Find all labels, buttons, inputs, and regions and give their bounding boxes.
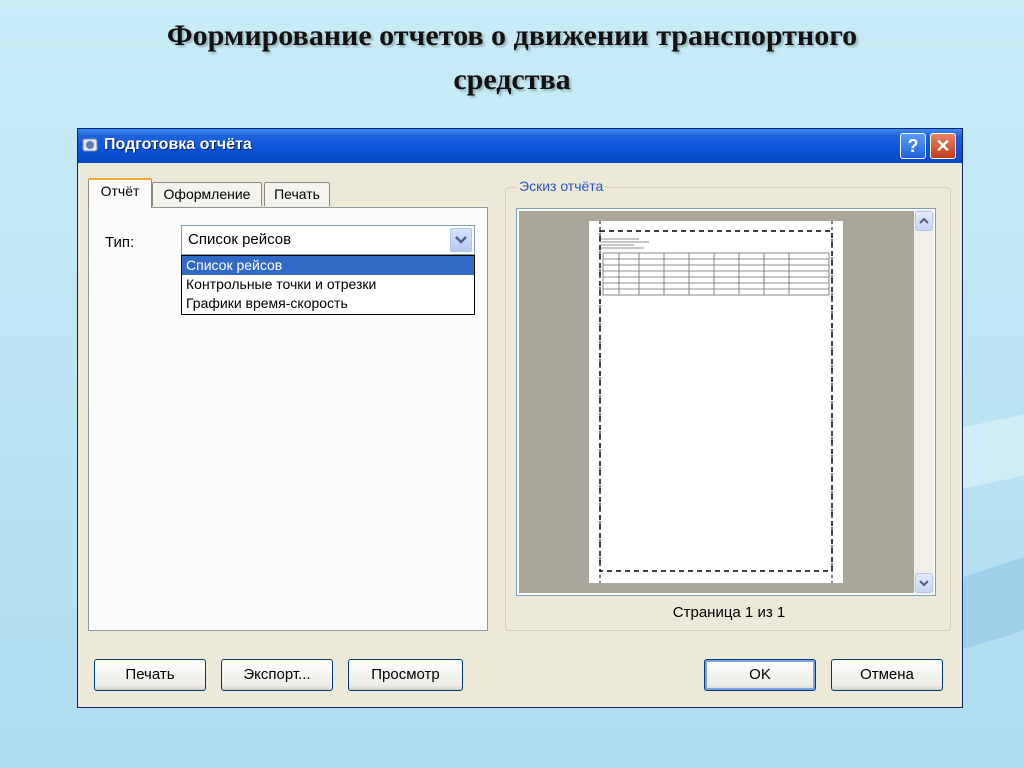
tab-design[interactable]: Оформление	[152, 182, 262, 206]
preview-area	[516, 208, 936, 596]
report-type-value: Список рейсов	[188, 231, 292, 248]
report-preview-group: Эскиз отчёта Страница 1 из 1	[505, 178, 951, 631]
tab-print[interactable]: Печать	[264, 182, 330, 206]
page-counter: Страница 1 из 1	[672, 604, 786, 621]
report-app-icon	[82, 138, 98, 152]
slide-title-line-1: Формирование отчетов о движении транспор…	[166, 19, 858, 52]
dialog-titlebar[interactable]: Подготовка отчёта ? ✕	[78, 129, 962, 163]
dropdown-option-speed-graphs[interactable]: Графики время-скорость	[182, 294, 474, 313]
dropdown-option-checkpoints[interactable]: Контрольные точки и отрезки	[182, 275, 474, 294]
scroll-up-button[interactable]	[915, 211, 933, 231]
export-button[interactable]: Экспорт...	[221, 659, 333, 691]
ok-button[interactable]: OK	[704, 659, 816, 691]
scroll-down-button[interactable]	[915, 573, 933, 593]
report-tab-panel: Тип: Список рейсов Список рейсов Контрол…	[88, 207, 488, 631]
slide-title: Формирование отчетов о движении транспор…	[80, 14, 944, 102]
preview-canvas	[519, 211, 914, 593]
preview-button[interactable]: Просмотр	[348, 659, 463, 691]
chevron-down-icon	[919, 580, 929, 587]
preview-legend: Эскиз отчёта	[516, 178, 607, 194]
report-type-select[interactable]: Список рейсов	[181, 225, 475, 255]
report-type-dropdown: Список рейсов Контрольные точки и отрезк…	[181, 255, 475, 315]
slide-title-line-2: средства	[453, 63, 571, 96]
tab-report[interactable]: Отчёт	[88, 178, 152, 208]
dropdown-option-trips[interactable]: Список рейсов	[182, 256, 474, 275]
dropdown-arrow-button[interactable]	[450, 228, 472, 252]
help-button[interactable]: ?	[900, 133, 926, 159]
close-button[interactable]: ✕	[930, 133, 956, 159]
dialog-title: Подготовка отчёта	[104, 136, 252, 153]
report-dialog: Подготовка отчёта ? ✕ Отчёт Оформление П…	[77, 128, 963, 708]
cancel-button[interactable]: Отмена	[831, 659, 943, 691]
preview-scrollbar[interactable]	[914, 210, 934, 594]
chevron-down-icon	[455, 236, 467, 244]
type-label: Тип:	[105, 234, 135, 251]
page-sketch	[599, 221, 833, 583]
preview-page-thumbnail	[589, 221, 843, 583]
chevron-up-icon	[919, 217, 929, 224]
print-button[interactable]: Печать	[94, 659, 206, 691]
